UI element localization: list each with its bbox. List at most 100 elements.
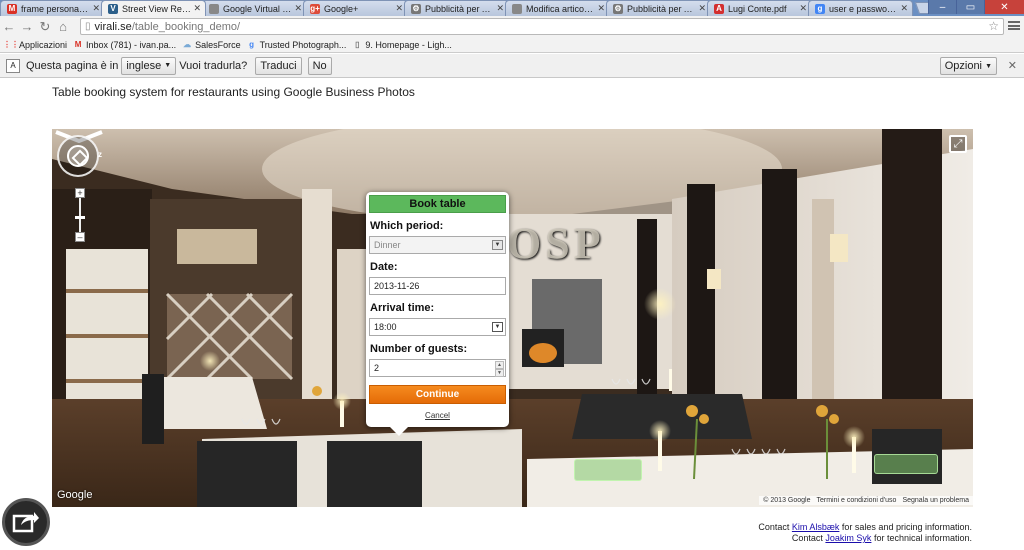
report-problem-link[interactable]: Segnala un problema: [902, 497, 969, 504]
no-button[interactable]: No: [307, 56, 332, 75]
zoom-in-icon[interactable]: +: [75, 188, 85, 198]
bookmark-item[interactable]: ▯ 9. Homepage - Ligh...: [352, 40, 452, 50]
minimize-icon[interactable]: –: [928, 0, 956, 14]
browser-tab[interactable]: V Street View Restaura✕: [101, 0, 206, 16]
close-tab-icon[interactable]: ✕: [496, 3, 504, 14]
google-logo: Google: [57, 489, 93, 501]
reload-icon[interactable]: ↻: [36, 19, 54, 35]
close-tab-icon[interactable]: ✕: [900, 3, 908, 14]
bookmark-label: Trusted Photograph...: [259, 39, 347, 50]
apps-icon: ⋮⋮: [3, 40, 19, 49]
maximize-icon[interactable]: ▭: [956, 0, 984, 14]
date-input[interactable]: 2013-11-26: [369, 277, 506, 295]
continue-button[interactable]: Continue: [369, 385, 506, 404]
close-tab-icon[interactable]: ✕: [294, 3, 302, 14]
translate-button[interactable]: Traduci: [255, 56, 302, 75]
bookmark-item[interactable]: ☁ SalesForce: [182, 40, 241, 50]
browser-toolbar: ← → ↻ ⌂ ▯ virali.se/table_booking_demo/ …: [0, 16, 1024, 37]
browser-tab[interactable]: Google Virtual Tour✕: [202, 0, 307, 16]
decrement-icon[interactable]: ▼: [495, 369, 504, 377]
terms-link[interactable]: Termini e condizioni d'uso: [817, 497, 897, 504]
joakim-link[interactable]: Joakim Syk: [825, 533, 871, 543]
browser-tab[interactable]: Modifica articolo ‹ ✕: [505, 0, 610, 16]
restaurant-interior-photo: [52, 129, 973, 507]
home-icon[interactable]: ⌂: [54, 19, 72, 34]
browser-tab[interactable]: ⚙ Pubblicità per Azien✕: [606, 0, 711, 16]
chevron-down-icon: ▼: [492, 240, 503, 250]
booking-title: Book table: [369, 195, 506, 213]
cloud-icon: ☁: [183, 40, 192, 49]
tab-title: Pubblicità per Azien: [627, 3, 696, 14]
gmail-icon: M: [7, 3, 17, 14]
pdf-icon: A: [714, 3, 724, 14]
copyright-text: © 2013 Google: [763, 497, 811, 504]
close-tab-icon[interactable]: ✕: [698, 3, 706, 14]
period-value: Dinner: [374, 240, 401, 250]
share-icon[interactable]: [2, 498, 50, 546]
compass-north-icon: z: [98, 150, 102, 159]
cancel-link[interactable]: Cancel: [369, 411, 506, 420]
virali-icon: V: [108, 3, 118, 14]
guests-stepper[interactable]: 2 ▲ ▼: [369, 359, 506, 377]
browser-tab[interactable]: g+ Google+ ✕: [303, 0, 408, 16]
close-tab-icon[interactable]: ✕: [193, 3, 201, 14]
language-select[interactable]: inglese ▼: [121, 56, 177, 75]
bookmark-item[interactable]: ⋮⋮ Applicazioni: [3, 39, 68, 50]
gmail-icon: M: [74, 40, 82, 49]
close-window-icon[interactable]: ✕: [984, 0, 1024, 14]
zoom-out-icon[interactable]: –: [75, 232, 85, 242]
bookmark-star-icon[interactable]: ☆: [988, 19, 999, 33]
url-domain: virali.se: [94, 20, 132, 33]
wall-letters: OSP: [507, 219, 605, 268]
street-view-panorama[interactable]: OSP z + – ⤢ Google © 2013 Google Termini…: [52, 129, 973, 507]
kim-link[interactable]: Kim Alsbæk: [792, 522, 840, 532]
arrival-time-select[interactable]: 18:00 ▼: [369, 318, 506, 336]
close-tab-icon[interactable]: ✕: [597, 3, 605, 14]
fullscreen-icon[interactable]: ⤢: [949, 135, 967, 153]
pan-control-icon[interactable]: [57, 135, 99, 177]
bookmark-label: Applicazioni: [19, 39, 68, 50]
page-title: Table booking system for restaurants usi…: [52, 85, 415, 99]
browser-tab[interactable]: Mframe personalizzat✕: [0, 0, 105, 16]
contact-tech-line: Contact Joakim Syk for technical informa…: [791, 533, 972, 543]
browser-tab[interactable]: g user e password ubu✕: [808, 0, 913, 16]
gear-icon: ⚙: [411, 3, 421, 14]
close-translate-icon[interactable]: ✕: [1008, 59, 1017, 72]
translate-icon: A: [6, 58, 20, 73]
contact-info: Contact Kim Alsbæk for sales and pricing…: [758, 522, 972, 544]
page-icon: [209, 3, 219, 14]
window-controls: – ▭ ✕: [928, 0, 1024, 14]
browser-tab[interactable]: A Lugi Conte.pdf ✕: [707, 0, 812, 16]
chevron-down-icon: ▼: [492, 322, 503, 332]
translate-prefix: Questa pagina è in: [26, 59, 119, 72]
forward-icon[interactable]: →: [18, 19, 36, 34]
back-icon[interactable]: ←: [0, 19, 18, 34]
bookmark-item[interactable]: g Trusted Photograph...: [247, 39, 347, 50]
address-bar[interactable]: ▯ virali.se/table_booking_demo/ ☆: [80, 18, 1004, 35]
tab-title: Google+: [324, 3, 359, 14]
bookmark-item[interactable]: M Inbox (781) - ivan.pa...: [73, 40, 176, 50]
options-button[interactable]: Opzioni ▼: [939, 57, 997, 75]
date-label: Date:: [370, 261, 398, 273]
google-plus-icon: g+: [310, 3, 320, 14]
page-info-icon[interactable]: ▯: [85, 21, 91, 32]
url-path: /table_booking_demo/: [131, 20, 241, 33]
page-icon: [512, 3, 522, 14]
stepper-arrows[interactable]: ▲ ▼: [495, 361, 504, 377]
browser-tab-strip: Mframe personalizzat✕V Street View Restau…: [0, 0, 1024, 16]
tab-title: user e password ubu: [829, 3, 898, 14]
chrome-menu-icon[interactable]: [1007, 19, 1021, 32]
navigation-hotspot[interactable]: [874, 454, 938, 474]
page-icon: ▯: [355, 40, 360, 49]
close-tab-icon[interactable]: ✕: [92, 3, 100, 14]
booking-popup: Book table Which period: Dinner ▼ Date: …: [366, 192, 509, 436]
zoom-slider-thumb[interactable]: [75, 216, 85, 219]
bookmarks-bar: ⋮⋮ Applicazioni M Inbox (781) - ivan.pa... ☁…: [0, 37, 1024, 53]
navigation-hotspot[interactable]: [574, 459, 642, 481]
increment-icon[interactable]: ▲: [495, 361, 504, 369]
tab-title: Street View Restaura: [122, 3, 191, 14]
browser-tab[interactable]: ⚙ Pubblicità per Azien✕: [404, 0, 509, 16]
period-select[interactable]: Dinner ▼: [369, 236, 506, 254]
close-tab-icon[interactable]: ✕: [799, 3, 807, 14]
close-tab-icon[interactable]: ✕: [395, 3, 403, 14]
